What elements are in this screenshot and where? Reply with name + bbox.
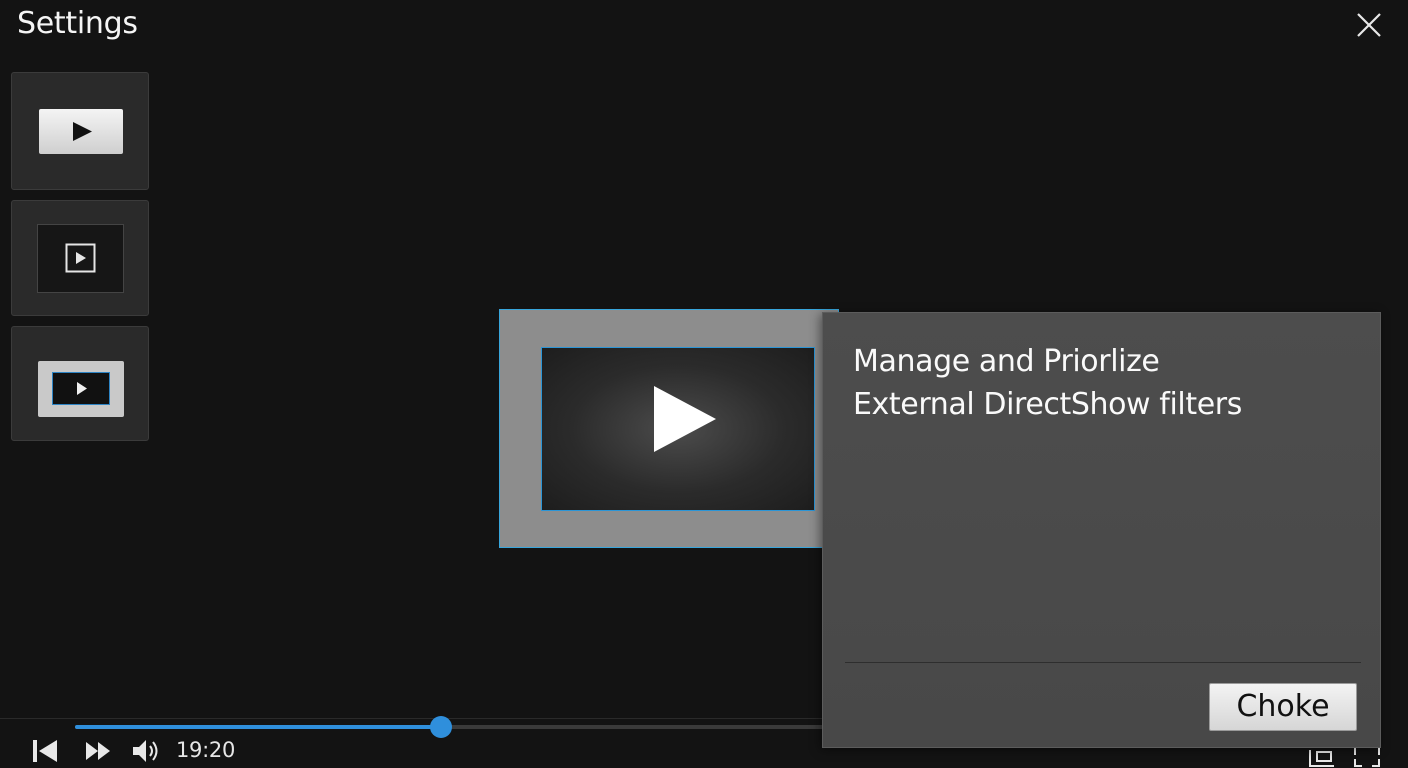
fast-forward-button[interactable] (85, 737, 113, 765)
play-icon (654, 386, 716, 452)
sidebar-item-play-framed[interactable] (11, 200, 149, 316)
thumbnail-frame (38, 361, 124, 417)
play-icon (77, 382, 87, 395)
page-title: Settings (17, 6, 138, 41)
skip-back-button[interactable] (31, 737, 59, 765)
thumbnail-frame (39, 109, 123, 154)
play-icon (73, 122, 92, 141)
seek-bar-progress (75, 725, 441, 729)
control-bar-divider (0, 718, 830, 719)
volume-button[interactable] (131, 737, 161, 765)
mini-player-icon (1309, 750, 1334, 767)
close-button[interactable] (1350, 8, 1388, 44)
close-icon (1357, 13, 1381, 37)
fullscreen-icon (1354, 748, 1380, 767)
dialog-separator (845, 662, 1361, 663)
filters-dialog: Manage and Priorlize External DirectShow… (822, 312, 1381, 748)
fullscreen-button[interactable] (1352, 746, 1382, 768)
thumbnail-frame (37, 224, 124, 293)
settings-window: Settings 19:20 Manage and Priorlize Exte… (0, 0, 1408, 768)
video-preview (499, 309, 839, 548)
thumbnail-screen (52, 372, 110, 405)
dialog-message-line-1: Manage and Priorlize (853, 344, 1160, 379)
dialog-message-line-2: External DirectShow filters (853, 387, 1242, 422)
seek-bar[interactable] (75, 716, 835, 738)
preview-screen[interactable] (541, 347, 815, 511)
fast-forward-icon (86, 742, 110, 760)
sidebar-item-play-blue[interactable] (11, 326, 149, 441)
volume-icon (133, 740, 158, 762)
seek-handle[interactable] (429, 716, 452, 738)
skip-back-icon (33, 740, 57, 762)
choke-button[interactable]: Choke (1209, 683, 1357, 731)
mini-player-button[interactable] (1308, 746, 1338, 768)
play-square-icon (65, 243, 96, 273)
sidebar-item-play-light[interactable] (11, 72, 149, 190)
current-time: 19:20 (176, 738, 236, 762)
